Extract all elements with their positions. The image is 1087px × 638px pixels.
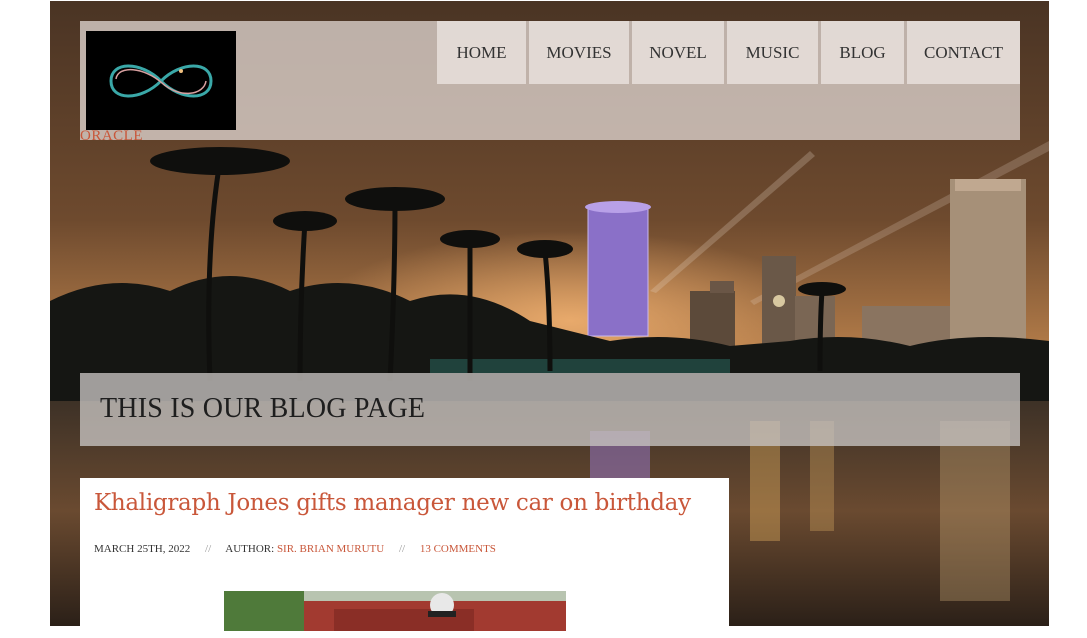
nav-blog[interactable]: BLOG: [821, 21, 904, 84]
site-name[interactable]: ORACLE: [80, 128, 143, 145]
post-author-link[interactable]: SIR. BRIAN MURUTU: [277, 543, 384, 555]
page-banner: THIS IS OUR BLOG PAGE: [80, 373, 1020, 446]
meta-separator: //: [205, 543, 212, 555]
post-comments-link[interactable]: 13 COMMENTS: [420, 543, 496, 555]
meta-separator: //: [398, 543, 406, 555]
post-meta: MARCH 25TH, 2022 // AUTHOR: SIR. BRIAN M…: [94, 543, 496, 555]
nav-home[interactable]: HOME: [437, 21, 526, 84]
nav-music[interactable]: MUSIC: [727, 21, 818, 84]
post-title-link[interactable]: Khaligraph Jones gifts manager new car o…: [94, 490, 691, 516]
infinity-icon: [109, 64, 213, 98]
post-date: MARCH 25TH, 2022: [94, 543, 191, 555]
author-prefix: AUTHOR:: [225, 543, 275, 555]
blog-post-card: Khaligraph Jones gifts manager new car o…: [80, 478, 729, 638]
nav-contact[interactable]: CONTACT: [907, 21, 1020, 84]
nav-novel[interactable]: NOVEL: [632, 21, 724, 84]
main-nav: HOME MOVIES NOVEL MUSIC BLOG CONTACT: [437, 21, 1020, 84]
page-title: THIS IS OUR BLOG PAGE: [100, 393, 426, 424]
site-logo[interactable]: [86, 31, 236, 130]
nav-movies[interactable]: MOVIES: [529, 21, 629, 84]
post-featured-image[interactable]: [224, 591, 566, 631]
